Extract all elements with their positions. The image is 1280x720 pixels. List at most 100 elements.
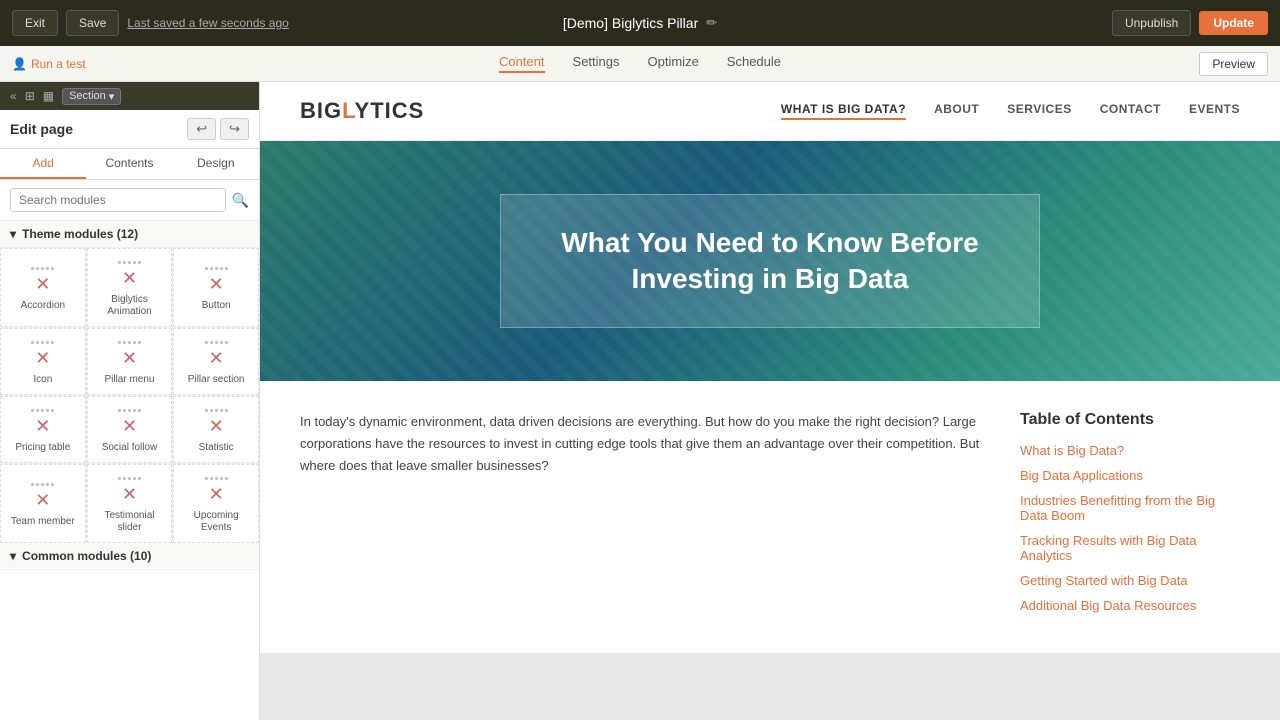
module-biglytics-animation[interactable]: Biglytics Animation xyxy=(87,248,173,327)
pillar-menu-icon xyxy=(118,347,141,370)
testimonial-slider-icon xyxy=(118,483,141,506)
theme-modules-chevron: ▾ xyxy=(10,227,16,241)
search-button[interactable]: 🔍 xyxy=(232,192,249,209)
search-area: 🔍 xyxy=(0,180,259,221)
button-icon xyxy=(205,273,228,296)
logo-text-ytics: YTICS xyxy=(355,98,425,123)
toc-link-2[interactable]: Big Data Applications xyxy=(1020,468,1240,483)
nav-services[interactable]: SERVICES xyxy=(1007,102,1071,120)
search-input[interactable] xyxy=(10,188,226,212)
site-header: BIGLYTICS WHAT IS BIG DATA? ABOUT SERVIC… xyxy=(260,82,1280,141)
exit-button[interactable]: Exit xyxy=(12,10,58,36)
saved-status[interactable]: Last saved a few seconds ago xyxy=(127,16,288,30)
section-bar: « ⊞ ▦ Section ▾ xyxy=(0,82,259,110)
main-layout: « ⊞ ▦ Section ▾ Edit page ↩ ↪ Add Conten… xyxy=(0,82,1280,720)
page-title: [Demo] Biglytics Pillar xyxy=(563,15,698,31)
unpublish-button[interactable]: Unpublish xyxy=(1112,10,1191,36)
module-pricing-table[interactable]: Pricing table xyxy=(0,396,86,463)
site-logo: BIGLYTICS xyxy=(300,98,424,124)
theme-modules-grid: Accordion Biglytics Animation Button xyxy=(0,248,259,543)
top-bar: Exit Save Last saved a few seconds ago [… xyxy=(0,0,1280,46)
toc-link-4[interactable]: Tracking Results with Big Data Analytics xyxy=(1020,533,1240,563)
module-statistic[interactable]: Statistic xyxy=(173,396,259,463)
dropdown-arrow: ▾ xyxy=(109,90,115,103)
toc-sidebar: Table of Contents What is Big Data? Big … xyxy=(1020,411,1240,623)
module-team-member-label: Team member xyxy=(11,516,75,528)
icon-icon xyxy=(31,347,54,370)
upcoming-events-icon xyxy=(205,483,228,506)
toc-link-6[interactable]: Additional Big Data Resources xyxy=(1020,598,1240,613)
module-team-member[interactable]: Team member xyxy=(0,464,86,543)
module-button[interactable]: Button xyxy=(173,248,259,327)
theme-modules-header[interactable]: ▾ Theme modules (12) xyxy=(0,221,259,248)
tab-design[interactable]: Design xyxy=(173,149,259,179)
module-statistic-label: Statistic xyxy=(199,442,234,454)
modules-scroll: ▾ Theme modules (12) Accordion xyxy=(0,221,259,720)
body-content: In today's dynamic environment, data dri… xyxy=(260,381,1280,653)
tab-add[interactable]: Add xyxy=(0,149,86,179)
statistic-icon xyxy=(205,415,228,438)
undo-redo-group: ↩ ↪ xyxy=(187,118,249,140)
section-dropdown[interactable]: Section ▾ xyxy=(62,88,121,105)
body-main: In today's dynamic environment, data dri… xyxy=(300,411,980,623)
hero-section: What You Need to Know BeforeInvesting in… xyxy=(260,141,1280,381)
module-icon[interactable]: Icon xyxy=(0,328,86,395)
common-modules-label: Common modules (10) xyxy=(22,549,151,563)
user-icon: 👤 xyxy=(12,57,27,71)
module-accordion-label: Accordion xyxy=(21,300,65,312)
site-nav: WHAT IS BIG DATA? ABOUT SERVICES CONTACT… xyxy=(781,102,1240,120)
tab-contents[interactable]: Contents xyxy=(86,149,172,179)
module-testimonial-slider[interactable]: Testimonial slider xyxy=(87,464,173,543)
module-upcoming-events-label: Upcoming Events xyxy=(180,510,252,534)
sidebar: « ⊞ ▦ Section ▾ Edit page ↩ ↪ Add Conten… xyxy=(0,82,260,720)
module-upcoming-events[interactable]: Upcoming Events xyxy=(173,464,259,543)
nav-tabs: Content Settings Optimize Schedule xyxy=(499,54,781,73)
module-pricing-table-label: Pricing table xyxy=(15,442,70,454)
nav-what-is-big-data[interactable]: WHAT IS BIG DATA? xyxy=(781,102,906,120)
edit-panel-title: Edit page xyxy=(10,121,73,137)
module-pillar-section[interactable]: Pillar section xyxy=(173,328,259,395)
toc-link-3[interactable]: Industries Benefitting from the Big Data… xyxy=(1020,493,1240,523)
common-modules-header[interactable]: ▾ Common modules (10) xyxy=(0,543,259,570)
tab-settings[interactable]: Settings xyxy=(573,54,620,73)
run-test-label: Run a test xyxy=(31,57,86,71)
module-accordion[interactable]: Accordion xyxy=(0,248,86,327)
tab-content[interactable]: Content xyxy=(499,54,545,73)
save-button[interactable]: Save xyxy=(66,10,119,36)
tab-optimize[interactable]: Optimize xyxy=(648,54,699,73)
team-member-icon xyxy=(31,489,54,512)
theme-modules-label: Theme modules (12) xyxy=(22,227,138,241)
content-area: BIGLYTICS WHAT IS BIG DATA? ABOUT SERVIC… xyxy=(260,82,1280,720)
toc-link-5[interactable]: Getting Started with Big Data xyxy=(1020,573,1240,588)
preview-button[interactable]: Preview xyxy=(1199,52,1268,76)
module-button-label: Button xyxy=(202,300,231,312)
nav-about[interactable]: ABOUT xyxy=(934,102,979,120)
page-title-area: [Demo] Biglytics Pillar ✏ xyxy=(563,15,717,31)
toc-link-1[interactable]: What is Big Data? xyxy=(1020,443,1240,458)
common-modules-chevron: ▾ xyxy=(10,549,16,563)
redo-button[interactable]: ↪ xyxy=(220,118,249,140)
run-test-link[interactable]: 👤 Run a test xyxy=(12,57,86,71)
edit-panel: Edit page ↩ ↪ xyxy=(0,110,259,149)
nav-contact[interactable]: CONTACT xyxy=(1100,102,1161,120)
section-label: Section xyxy=(69,90,106,102)
nav-events[interactable]: EVENTS xyxy=(1189,102,1240,120)
second-bar: 👤 Run a test Content Settings Optimize S… xyxy=(0,46,1280,82)
grid-icon: ⊞ xyxy=(25,89,35,103)
module-pillar-menu-label: Pillar menu xyxy=(104,374,154,386)
edit-title-icon[interactable]: ✏ xyxy=(706,15,717,31)
toc-title: Table of Contents xyxy=(1020,411,1240,429)
update-button[interactable]: Update xyxy=(1199,11,1268,35)
collapse-icon[interactable]: « xyxy=(10,89,17,103)
layout-icon: ▦ xyxy=(43,89,54,103)
undo-button[interactable]: ↩ xyxy=(187,118,216,140)
top-bar-right: Unpublish Update xyxy=(1112,10,1268,36)
logo-accent: L xyxy=(342,98,354,123)
page-preview: BIGLYTICS WHAT IS BIG DATA? ABOUT SERVIC… xyxy=(260,82,1280,653)
module-pillar-menu[interactable]: Pillar menu xyxy=(87,328,173,395)
social-follow-icon xyxy=(118,415,141,438)
module-icon-label: Icon xyxy=(33,374,52,386)
module-social-follow[interactable]: Social follow xyxy=(87,396,173,463)
tab-schedule[interactable]: Schedule xyxy=(727,54,781,73)
logo-text-big: BIG xyxy=(300,98,342,123)
